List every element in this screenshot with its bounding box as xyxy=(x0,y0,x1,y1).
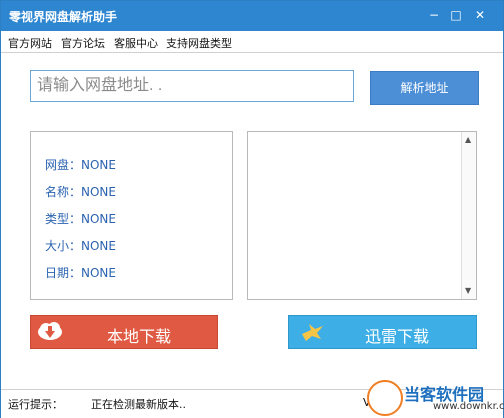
cloud-download-icon xyxy=(38,322,62,340)
info-name: 名称：NONE xyxy=(45,185,116,199)
info-type: 类型：NONE xyxy=(45,212,116,226)
title-bar[interactable]: 零视界网盘解析助手 − □ ✕ xyxy=(1,1,503,31)
maximize-button[interactable]: □ xyxy=(447,7,465,23)
menu-item-official-site[interactable]: 官方网站 xyxy=(8,35,52,51)
info-netdisk: 网盘：NONE xyxy=(45,158,116,172)
output-textarea[interactable]: ▲ ▼ xyxy=(247,131,477,300)
info-size: 大小：NONE xyxy=(45,239,116,253)
main-window: 零视界网盘解析助手 − □ ✕ 官方网站 官方论坛 客服中心 支持网盘类型 解析… xyxy=(0,0,504,418)
minimize-icon: − xyxy=(428,8,440,22)
scroll-up-icon[interactable]: ▲ xyxy=(465,135,471,144)
watermark-logo-icon xyxy=(367,380,403,416)
info-date: 日期：NONE xyxy=(45,266,116,280)
menu-item-support-center[interactable]: 客服中心 xyxy=(114,35,158,51)
status-message: 正在检测最新版本.. xyxy=(91,398,186,411)
status-label: 运行提示： xyxy=(8,398,63,411)
menu-item-official-forum[interactable]: 官方论坛 xyxy=(61,35,105,51)
watermark-url: www.downkr.com xyxy=(433,401,504,412)
maximize-icon: □ xyxy=(450,8,462,22)
close-button[interactable]: ✕ xyxy=(471,7,489,23)
menu-item-supported-types[interactable]: 支持网盘类型 xyxy=(166,35,232,51)
local-download-button[interactable]: 本地下载 xyxy=(30,315,218,349)
window-title: 零视界网盘解析助手 xyxy=(9,10,118,24)
local-download-label: 本地下载 xyxy=(107,327,172,346)
minimize-button[interactable]: − xyxy=(425,7,443,23)
url-input[interactable] xyxy=(30,70,354,102)
scrollbar[interactable]: ▲ ▼ xyxy=(461,132,476,299)
menu-bar: 官方网站 官方论坛 客服中心 支持网盘类型 xyxy=(1,32,503,53)
close-icon: ✕ xyxy=(474,8,486,22)
scroll-down-icon[interactable]: ▼ xyxy=(465,286,471,295)
xunlei-download-button[interactable]: 迅雷下载 xyxy=(288,315,477,349)
xunlei-bird-icon xyxy=(302,324,323,341)
xunlei-download-label: 迅雷下载 xyxy=(365,327,430,346)
info-panel: 网盘：NONE 名称：NONE 类型：NONE 大小：NONE 日期：NONE xyxy=(30,131,233,300)
parse-button[interactable]: 解析地址 xyxy=(370,71,479,105)
